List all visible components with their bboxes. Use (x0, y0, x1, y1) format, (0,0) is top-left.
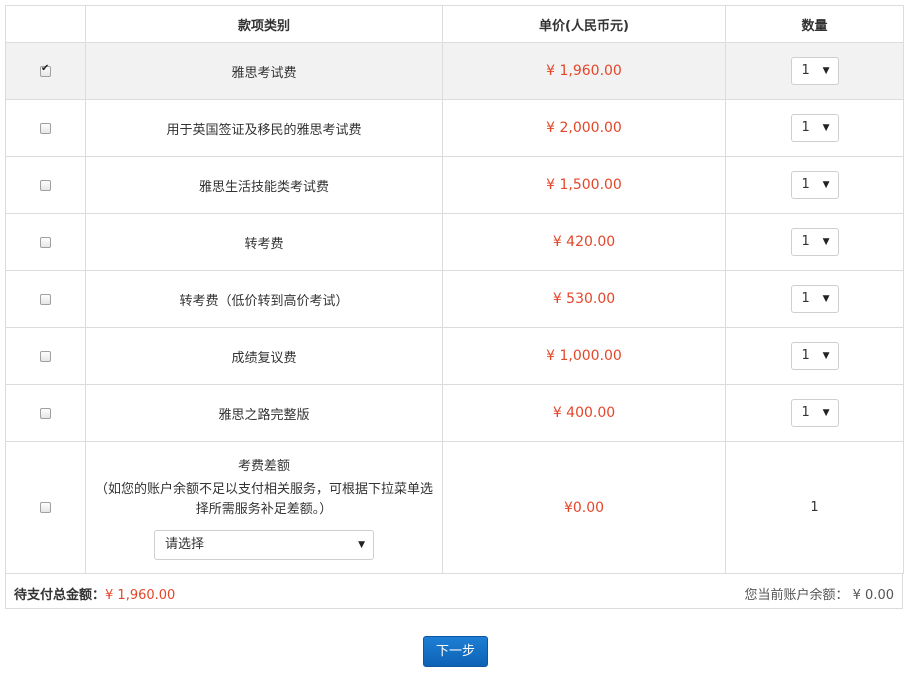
row-checkbox[interactable] (40, 293, 51, 305)
quantity-value: 1 (801, 234, 810, 249)
quantity-select[interactable]: 1 ▼ (790, 228, 839, 256)
row-category: 转考费（低价转到高价考试） (85, 270, 443, 328)
balance-value: ¥ 0.00 (852, 588, 894, 603)
row-price: ¥ 420.00 (442, 213, 726, 271)
quantity-value: 1 (801, 348, 810, 363)
table-row: 雅思之路完整版 ¥ 400.00 1 ▼ (5, 384, 904, 442)
quantity-value: 1 (801, 63, 810, 78)
quantity-value: 1 (801, 120, 810, 135)
dropdown-arrow-icon: ▼ (822, 294, 830, 304)
quantity-select[interactable]: 1 ▼ (790, 57, 839, 85)
row-price: ¥ 400.00 (442, 384, 726, 442)
header-category: 款项类别 (85, 5, 443, 43)
payment-summary: 待支付总金额：¥ 1,960.00 您当前账户余额： ¥ 0.00 (5, 574, 903, 609)
row-category: 成绩复议费 (85, 327, 443, 385)
row-price: ¥ 2,000.00 (442, 99, 726, 157)
row-category: 转考费 (85, 213, 443, 271)
row-price: ¥ 1,960.00 (442, 42, 726, 100)
table-row: 转考费 ¥ 420.00 1 ▼ (5, 213, 904, 271)
difference-cell: 考费差额 （如您的账户余额不足以支付相关服务，可根据下拉菜单选择所需服务补足差额… (85, 441, 443, 574)
dropdown-arrow-icon: ▼ (822, 180, 830, 190)
next-step-button[interactable]: 下一步 (423, 636, 488, 667)
balance-label: 您当前账户余额： (744, 588, 849, 603)
table-row-difference: 考费差额 （如您的账户余额不足以支付相关服务，可根据下拉菜单选择所需服务补足差额… (5, 441, 904, 574)
quantity-select[interactable]: 1 ▼ (790, 342, 839, 370)
dropdown-arrow-icon: ▼ (358, 540, 365, 550)
table-row: 成绩复议费 ¥ 1,000.00 1 ▼ (5, 327, 904, 385)
row-price: ¥ 530.00 (442, 270, 726, 328)
quantity-select[interactable]: 1 ▼ (790, 399, 839, 427)
table-header-row: 款项类别 单价(人民币元) 数量 (5, 5, 904, 43)
dropdown-arrow-icon: ▼ (822, 123, 830, 133)
dropdown-arrow-icon: ▼ (822, 237, 830, 247)
total-label: 待支付总金额： (14, 588, 106, 603)
row-checkbox[interactable] (40, 407, 51, 419)
row-category: 雅思考试费 (85, 42, 443, 100)
row-category: 雅思生活技能类考试费 (85, 156, 443, 214)
row-checkbox[interactable] (40, 502, 51, 513)
quantity-value: 1 (801, 291, 810, 306)
row-checkbox[interactable] (40, 350, 51, 362)
row-price: ¥ 1,500.00 (442, 156, 726, 214)
dropdown-arrow-icon: ▼ (822, 351, 830, 361)
row-quantity-static: 1 (725, 441, 904, 574)
fee-table: 款项类别 单价(人民币元) 数量 雅思考试费 ¥ 1,960.00 1▼ 用于英… (5, 5, 904, 574)
dropdown-arrow-icon: ▼ (822, 66, 830, 76)
row-checkbox[interactable] (40, 63, 51, 77)
table-row: 用于英国签证及移民的雅思考试费 ¥ 2,000.00 1 ▼ (5, 99, 904, 157)
row-checkbox[interactable] (40, 236, 51, 248)
row-checkbox[interactable] (40, 179, 51, 191)
row-price: ¥ 1,000.00 (442, 327, 726, 385)
table-row: 转考费（低价转到高价考试） ¥ 530.00 1 ▼ (5, 270, 904, 328)
header-price: 单价(人民币元) (442, 5, 726, 43)
quantity-select[interactable]: 1 ▼ (790, 171, 839, 199)
dropdown-arrow-icon: ▼ (822, 408, 830, 418)
header-quantity: 数量 (725, 5, 904, 43)
row-price: ¥0.00 (442, 441, 726, 574)
row-category: 雅思之路完整版 (85, 384, 443, 442)
service-select-value: 请选择 (165, 537, 205, 552)
difference-title: 考费差额 (237, 459, 290, 474)
service-select[interactable]: 请选择 ▼ (154, 530, 374, 560)
total-due: 待支付总金额：¥ 1,960.00 (14, 584, 175, 603)
row-checkbox[interactable] (40, 122, 51, 134)
quantity-select[interactable]: 1 ▼ (790, 285, 839, 313)
total-value: ¥ 1,960.00 (105, 588, 176, 603)
difference-note: （如您的账户余额不足以支付相关服务，可根据下拉菜单选择所需服务补足差额。） (94, 482, 433, 517)
table-row: 雅思生活技能类考试费 ¥ 1,500.00 1 ▼ (5, 156, 904, 214)
row-category: 用于英国签证及移民的雅思考试费 (85, 99, 443, 157)
quantity-select[interactable]: 1 ▼ (790, 114, 839, 142)
account-balance: 您当前账户余额： ¥ 0.00 (744, 584, 894, 603)
table-row: 雅思考试费 ¥ 1,960.00 1▼ (5, 42, 904, 100)
quantity-value: 1 (801, 405, 810, 420)
header-checkbox-col (5, 5, 86, 43)
quantity-value: 1 (801, 177, 810, 192)
